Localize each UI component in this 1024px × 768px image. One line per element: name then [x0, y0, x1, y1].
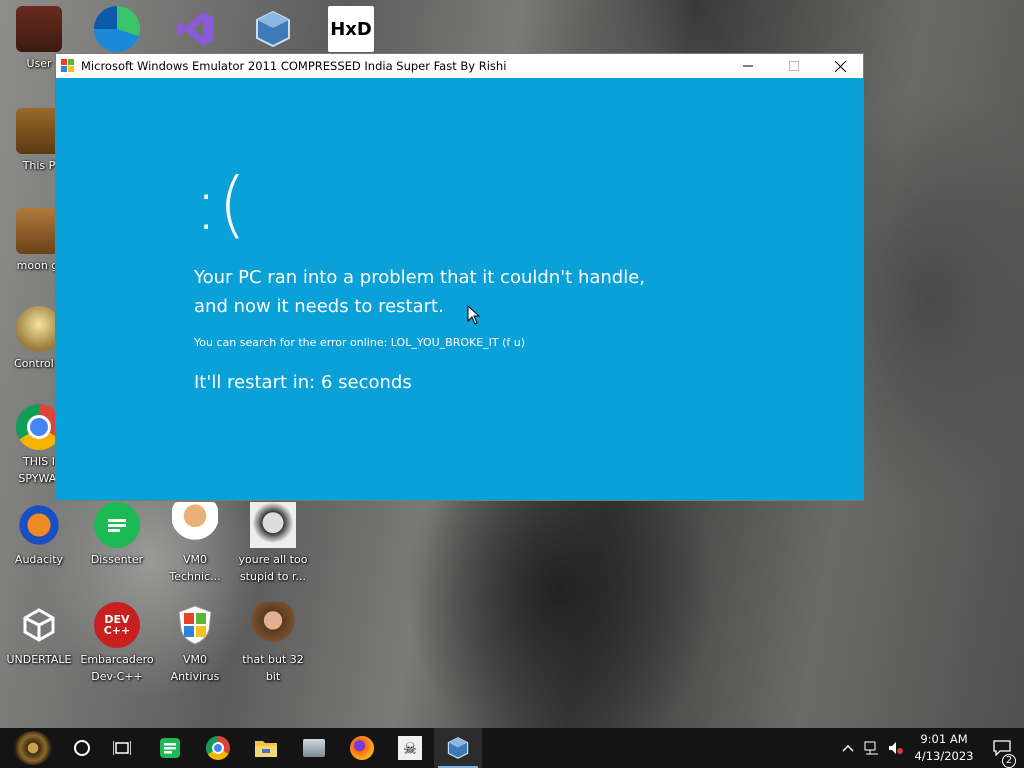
taskbar-skull[interactable]: ☠ — [386, 728, 434, 768]
desktop-icon-virtualbox[interactable] — [234, 6, 312, 52]
desktop-icon-label: that but 32 bit — [242, 653, 304, 683]
restart-countdown: It'll restart in: 6 seconds — [194, 372, 412, 393]
mouse-cursor-icon — [467, 305, 481, 325]
desktop-icon-label: Dissenter — [90, 553, 144, 566]
audacity-icon — [16, 502, 62, 548]
task-view-icon — [113, 741, 131, 755]
virtualbox-icon — [447, 737, 469, 759]
taskbar-virtualbox[interactable] — [434, 728, 482, 768]
desktop-icon-antivirus[interactable]: VM0 Antivirus — [156, 602, 234, 685]
desktop-icon-audacity[interactable]: Audacity — [0, 502, 78, 568]
visual-studio-icon — [172, 6, 218, 52]
user-folder-icon — [16, 6, 62, 52]
task-view-button[interactable] — [98, 728, 146, 768]
desktop-icon-label: VM0 Antivirus — [170, 653, 220, 683]
volume-muted-icon — [889, 742, 903, 754]
desktop-icon-label: VM0 Technic... — [169, 553, 221, 583]
taskbar-firefox[interactable] — [338, 728, 386, 768]
desktop-icon-edge[interactable] — [78, 6, 156, 52]
window-title: Microsoft Windows Emulator 2011 COMPRESS… — [81, 59, 507, 73]
edge-icon — [94, 6, 140, 52]
virtualbox-icon — [250, 6, 296, 52]
search-icon — [74, 740, 90, 756]
bsod-screen: :( Your PC ran into a problem that it co… — [56, 78, 863, 501]
desktop-icon-technician[interactable]: VM0 Technic... — [156, 502, 234, 585]
clock[interactable]: 9:01 AM 4/13/2023 — [908, 731, 980, 765]
start-icon — [14, 731, 52, 765]
unity-icon — [16, 602, 62, 648]
dissenter-icon — [94, 502, 140, 548]
search-button[interactable] — [66, 728, 98, 768]
desktop-icon-label: Embarcadero Dev-C++ — [80, 653, 154, 683]
devcpp-icon: DEV C++ — [94, 602, 140, 648]
start-button[interactable] — [0, 728, 66, 768]
desktop-icon-portrait-2[interactable]: that but 32 bit — [234, 602, 312, 685]
network-button[interactable] — [860, 741, 884, 755]
desktop-icon-portrait-1[interactable]: youre all too stupid to r... — [234, 502, 312, 585]
clock-time: 9:01 AM — [920, 732, 968, 746]
technician-icon — [172, 502, 218, 548]
windows-logo-icon — [61, 59, 75, 73]
minimize-icon — [743, 65, 753, 67]
hxd-icon: HxD — [328, 6, 374, 52]
error-message: Your PC ran into a problem that it could… — [194, 263, 645, 321]
app-icon — [303, 739, 325, 757]
desktop-icon-visual-studio[interactable] — [156, 6, 234, 52]
desktop-icon-devcpp[interactable]: DEV C++ Embarcadero Dev-C++ — [78, 602, 156, 685]
error-code-text: You can search for the error online: LOL… — [194, 336, 526, 349]
chevron-up-icon — [842, 744, 854, 752]
chrome-icon — [206, 736, 230, 760]
notifications-button[interactable]: 2 — [980, 740, 1024, 768]
skull-icon: ☠ — [398, 736, 422, 760]
maximize-icon — [789, 61, 799, 71]
taskbar-chrome[interactable] — [194, 728, 242, 768]
error-message-line2: and now it needs to restart. — [194, 296, 444, 317]
volume-button[interactable] — [884, 741, 908, 755]
close-button[interactable] — [817, 54, 863, 78]
taskbar-spotify[interactable] — [146, 728, 194, 768]
portrait-icon — [250, 602, 296, 648]
close-icon — [834, 60, 846, 72]
spotify-icon — [160, 738, 180, 758]
desktop-icon-label: Audacity — [14, 553, 64, 566]
desktop-icon-dissenter[interactable]: Dissenter — [78, 502, 156, 568]
network-icon — [864, 741, 878, 755]
firefox-icon — [350, 736, 374, 760]
maximize-button[interactable] — [771, 54, 817, 78]
desktop-icon-hxd[interactable]: HxD — [312, 6, 390, 52]
emulator-window: Microsoft Windows Emulator 2011 COMPRESS… — [55, 53, 864, 501]
notification-count-badge: 2 — [1002, 754, 1016, 768]
window-titlebar[interactable]: Microsoft Windows Emulator 2011 COMPRESS… — [56, 54, 863, 78]
portrait-icon — [250, 502, 296, 548]
desktop-icon-undertale[interactable]: UNDERTALE — [0, 602, 78, 668]
minimize-button[interactable] — [725, 54, 771, 78]
taskbar: ☠ 9:01 AM 4/13/2023 2 — [0, 728, 1024, 768]
desktop-icon-label: youre all too stupid to r... — [238, 553, 308, 583]
shield-icon — [172, 602, 218, 648]
show-hidden-icons-button[interactable] — [836, 744, 860, 752]
clock-date: 4/13/2023 — [914, 749, 974, 763]
system-tray: 9:01 AM 4/13/2023 2 — [836, 728, 1024, 768]
taskbar-app[interactable] — [290, 728, 338, 768]
taskbar-file-explorer[interactable] — [242, 728, 290, 768]
error-message-line1: Your PC ran into a problem that it could… — [194, 267, 646, 288]
file-explorer-icon — [255, 741, 277, 757]
sad-face: :( — [194, 162, 247, 246]
desktop-icon-label: UNDERTALE — [6, 653, 72, 666]
